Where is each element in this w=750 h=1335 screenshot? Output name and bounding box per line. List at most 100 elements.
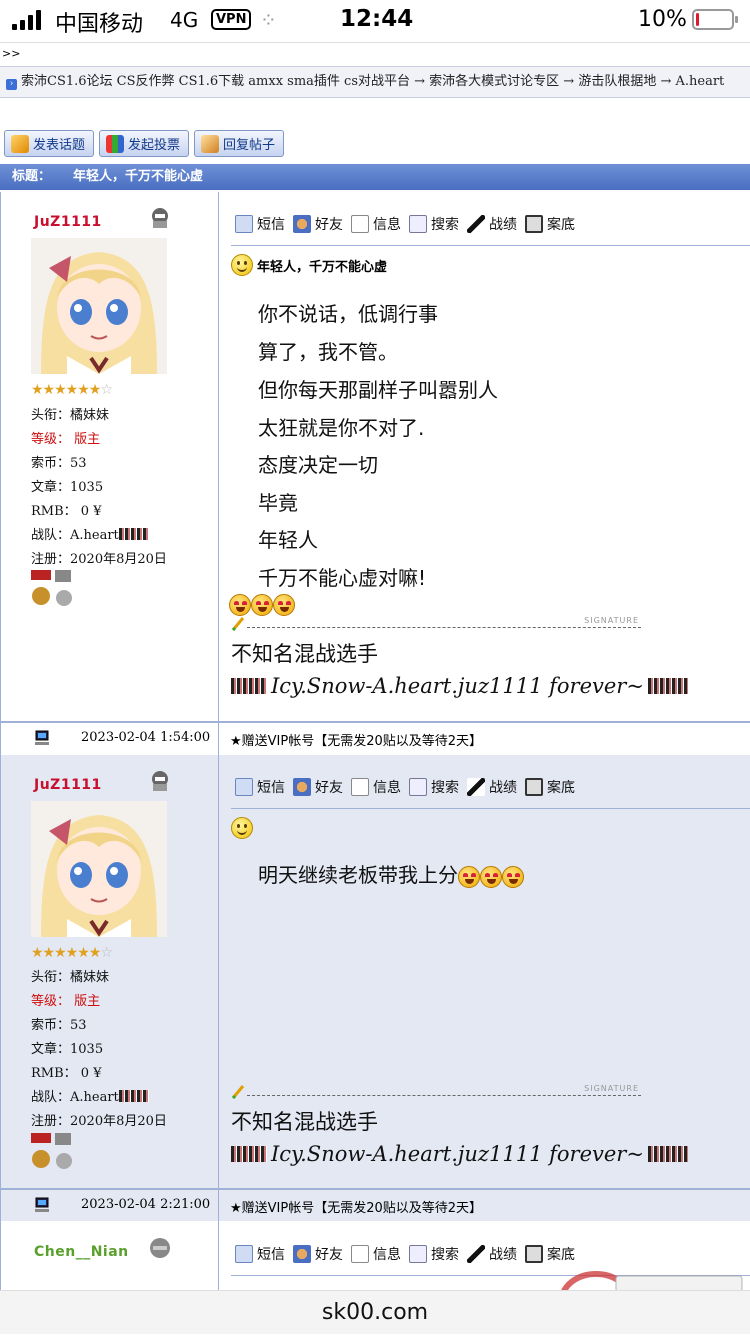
stats-button[interactable]: 战绩	[467, 777, 517, 797]
post-title	[231, 817, 253, 839]
profile-button[interactable]: 信息	[351, 1244, 401, 1264]
record-button[interactable]: 案底	[525, 214, 575, 234]
poll-icon	[106, 134, 125, 153]
heart-eyes-emoji-icon	[502, 866, 524, 888]
avatar[interactable]	[31, 801, 167, 937]
emoji-row	[229, 594, 295, 616]
profile-button[interactable]: 信息	[351, 777, 401, 797]
user-coins: 索币：53	[31, 1018, 87, 1033]
user-toolbar: 短信 好友 信息 搜索 战绩 案底	[235, 777, 575, 797]
post: JuZ1111 ★★★★★★☆ 头衔：橘妹妹 等级： 版主 索币：53 文章：1…	[0, 755, 750, 1189]
user-level: 等级： 版主	[31, 428, 100, 447]
post-line: 但你每天那副样子叫嚣别人	[258, 378, 498, 402]
stats-button[interactable]: 战绩	[467, 1244, 517, 1264]
signature-motto-text: Icy.Snow-A.heart.juz1111 forever~	[271, 1142, 644, 1166]
user-team: 战队：A.heart	[31, 1086, 149, 1105]
pixel-art-icon	[647, 678, 688, 694]
friend-button[interactable]: 好友	[293, 1244, 343, 1264]
message-icon	[235, 1245, 253, 1263]
friend-button[interactable]: 好友	[293, 777, 343, 797]
breadcrumb[interactable]: › 索沛CS1.6论坛 CS反作弊 CS1.6下载 amxx sma插件 cs对战…	[0, 66, 750, 98]
vpn-badge: VPN	[211, 9, 252, 30]
team-badge-icon	[118, 1090, 149, 1102]
profile-button[interactable]: 信息	[351, 214, 401, 234]
battery-level	[696, 13, 699, 26]
signature-word: SIGNATURE	[584, 616, 639, 625]
signal-icon	[12, 10, 41, 30]
search-label: 搜索	[431, 780, 459, 796]
user-level-label: 等级：	[31, 994, 71, 1009]
heart-eyes-emoji-icon	[480, 866, 502, 888]
signature-motto: Icy.Snow-A.heart.juz1111 forever~	[231, 674, 688, 698]
breadcrumb-text[interactable]: 索沛CS1.6论坛 CS反作弊 CS1.6下载 amxx sma插件 cs对战平…	[21, 74, 724, 89]
friend-icon	[293, 215, 311, 233]
toolbar-divider	[231, 808, 750, 809]
message-label: 短信	[257, 217, 285, 233]
smiley-icon	[231, 254, 253, 276]
new-topic-label: 发表话题	[33, 138, 86, 153]
vip-link[interactable]: ★赠送VIP帐号【无需发20贴以及等待2天】	[230, 1197, 482, 1216]
signature-divider: SIGNATURE	[231, 616, 641, 634]
message-button[interactable]: 短信	[235, 1244, 285, 1264]
user-status-icon	[150, 1238, 170, 1258]
post-footer: 2023-02-04 1:54:00 ★赠送VIP帐号【无需发20贴以及等待2天…	[0, 722, 750, 755]
toolbar-divider	[231, 245, 750, 246]
emoji-row	[458, 866, 524, 888]
reply-icon	[201, 134, 220, 153]
activity-icon: ⁘	[260, 8, 277, 32]
search-label: 搜索	[431, 1247, 459, 1263]
friend-label: 好友	[315, 780, 343, 796]
rank-stars-empty: ☆	[100, 382, 113, 398]
user-panel: Chen__Nian	[0, 1222, 219, 1292]
nav-toggle[interactable]: >>	[0, 42, 750, 64]
stats-button[interactable]: 战绩	[467, 214, 517, 234]
new-topic-button[interactable]: 发表话题	[4, 130, 95, 157]
post-line: 你不说话，低调行事	[258, 302, 438, 326]
carrier-label: 中国移动	[55, 12, 144, 37]
post-line-text: 明天继续老板带我上分	[258, 863, 458, 887]
friend-icon	[293, 1245, 311, 1263]
message-button[interactable]: 短信	[235, 214, 285, 234]
user-toolbar: 短信 好友 信息 搜索 战绩 案底	[235, 214, 575, 234]
record-icon	[525, 778, 543, 796]
friend-icon	[293, 778, 311, 796]
user-joined: 注册：2020年8月20日	[31, 1114, 167, 1129]
friend-label: 好友	[315, 1247, 343, 1263]
profile-icon	[351, 1245, 369, 1263]
signature-divider: SIGNATURE	[231, 1084, 641, 1102]
avatar[interactable]	[31, 238, 167, 374]
profile-icon	[351, 778, 369, 796]
stats-icon	[467, 1245, 485, 1263]
stats-icon	[467, 778, 485, 796]
search-button[interactable]: 搜索	[409, 777, 459, 797]
reply-button[interactable]: 回复帖子	[194, 130, 285, 157]
rank-stars-filled: ★★★★★★	[31, 382, 101, 398]
search-button[interactable]: 搜索	[409, 214, 459, 234]
user-articles: 文章：1035	[31, 1042, 104, 1057]
user-team: 战队：A.heart	[31, 524, 149, 543]
username[interactable]: JuZ1111	[34, 214, 102, 230]
address-bar[interactable]: sk00.com	[0, 1290, 750, 1334]
username[interactable]: JuZ1111	[34, 777, 102, 793]
friend-label: 好友	[315, 217, 343, 233]
vip-link[interactable]: ★赠送VIP帐号【无需发20贴以及等待2天】	[230, 730, 482, 749]
post-footer-meta: 2023-02-04 1:54:00	[0, 723, 219, 755]
user-title: 头衔：橘妹妹	[31, 408, 110, 423]
signature-motto: Icy.Snow-A.heart.juz1111 forever~	[231, 1142, 688, 1166]
post: JuZ1111 ★★★★★★☆ 头衔：橘妹妹 等级： 版主 索币：53 文章：1…	[0, 192, 750, 722]
user-title: 头衔：橘妹妹	[31, 970, 110, 985]
username[interactable]: Chen__Nian	[34, 1244, 129, 1260]
search-button[interactable]: 搜索	[409, 1244, 459, 1264]
friend-button[interactable]: 好友	[293, 214, 343, 234]
record-button[interactable]: 案底	[525, 777, 575, 797]
blush-emoji-icon	[229, 594, 251, 616]
message-button[interactable]: 短信	[235, 777, 285, 797]
message-icon	[235, 215, 253, 233]
new-poll-button[interactable]: 发起投票	[99, 130, 190, 157]
user-level-value: 版主	[74, 432, 101, 447]
action-toolbar: 发表话题 发起投票 回复帖子	[4, 130, 285, 157]
record-button[interactable]: 案底	[525, 1244, 575, 1264]
rank-stars-empty: ☆	[100, 945, 113, 961]
user-status-icon	[152, 208, 168, 228]
search-icon	[409, 1245, 427, 1263]
